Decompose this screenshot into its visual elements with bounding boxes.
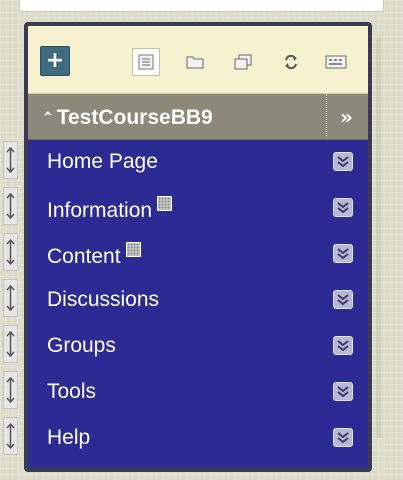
refresh-icon[interactable] <box>277 48 305 76</box>
drag-handle-discussions[interactable] <box>3 279 18 317</box>
menu-item-label[interactable]: Discussions <box>47 288 159 312</box>
course-title[interactable]: ⌃ TestCourseBB9 <box>42 105 213 130</box>
menu-item-label[interactable]: Home Page <box>47 150 158 174</box>
drag-handle-tools[interactable] <box>3 371 18 409</box>
course-menu-panel: + ⌃ TestCourseBB9 » Home Page Informatio… <box>24 22 372 472</box>
double-chevron-down-icon[interactable] <box>333 382 353 401</box>
menu-item-label[interactable]: Groups <box>47 334 116 358</box>
menu-item-discussions[interactable]: Discussions <box>28 278 368 324</box>
course-menu-toolbar: + <box>28 26 368 94</box>
indicator-icon <box>157 196 173 211</box>
double-chevron-down-icon[interactable] <box>333 152 353 171</box>
course-title-bar[interactable]: ⌃ TestCourseBB9 » <box>28 94 368 140</box>
drag-handle-information[interactable] <box>3 187 18 225</box>
indicator-icon <box>125 242 141 257</box>
double-chevron-up-icon: ⌃ <box>42 109 54 125</box>
menu-item-information[interactable]: Information <box>28 186 368 232</box>
top-content-strip <box>19 0 384 12</box>
menu-item-label[interactable]: Tools <box>47 380 96 404</box>
add-menu-item-button[interactable]: + <box>40 46 70 76</box>
double-chevron-down-icon[interactable] <box>333 336 353 355</box>
drag-handle-groups[interactable] <box>3 325 18 363</box>
menu-item-home-page[interactable]: Home Page <box>28 140 368 186</box>
menu-item-tools[interactable]: Tools <box>28 370 368 416</box>
double-chevron-down-icon[interactable] <box>333 198 353 217</box>
double-chevron-down-icon[interactable] <box>333 428 353 447</box>
double-chevron-down-icon[interactable] <box>333 244 353 263</box>
drag-handle-help[interactable] <box>3 417 18 455</box>
panel-shadow <box>376 38 381 438</box>
double-chevron-right-icon[interactable]: » <box>340 105 353 129</box>
menu-item-label[interactable]: Content <box>47 242 141 269</box>
folder-icon[interactable] <box>181 48 209 76</box>
drag-handle-content[interactable] <box>3 233 18 271</box>
header-divider <box>326 94 327 140</box>
double-chevron-down-icon[interactable] <box>333 290 353 309</box>
keyboard-icon[interactable] <box>322 48 350 76</box>
menu-item-groups[interactable]: Groups <box>28 324 368 370</box>
menu-item-label[interactable]: Help <box>47 426 90 450</box>
drag-handle-home-page[interactable] <box>3 141 18 179</box>
window-icon[interactable] <box>229 48 257 76</box>
menu-item-help[interactable]: Help <box>28 416 368 462</box>
menu-item-content[interactable]: Content <box>28 232 368 278</box>
menu-item-label[interactable]: Information <box>47 196 173 223</box>
list-view-icon[interactable] <box>132 48 160 76</box>
